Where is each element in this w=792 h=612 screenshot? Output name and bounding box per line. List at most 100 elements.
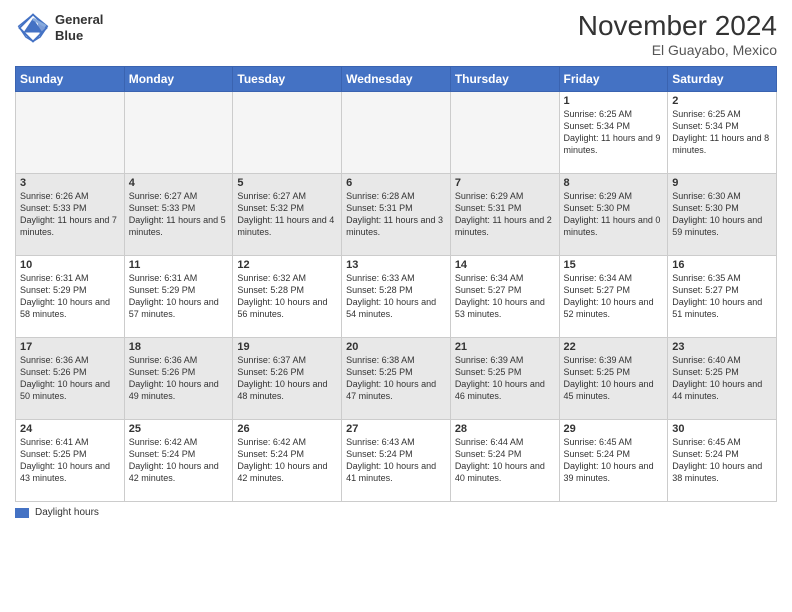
calendar-day-cell xyxy=(233,92,342,174)
day-info: Sunrise: 6:29 AM Sunset: 5:30 PM Dayligh… xyxy=(564,190,664,239)
calendar-header-row: SundayMondayTuesdayWednesdayThursdayFrid… xyxy=(16,67,777,92)
calendar-day-cell: 18Sunrise: 6:36 AM Sunset: 5:26 PM Dayli… xyxy=(124,338,233,420)
day-info: Sunrise: 6:36 AM Sunset: 5:26 PM Dayligh… xyxy=(129,354,229,403)
calendar-day-cell: 23Sunrise: 6:40 AM Sunset: 5:25 PM Dayli… xyxy=(668,338,777,420)
day-number: 14 xyxy=(455,259,555,271)
day-number: 20 xyxy=(346,341,446,353)
day-number: 17 xyxy=(20,341,120,353)
day-info: Sunrise: 6:43 AM Sunset: 5:24 PM Dayligh… xyxy=(346,436,446,485)
day-info: Sunrise: 6:29 AM Sunset: 5:31 PM Dayligh… xyxy=(455,190,555,239)
calendar-day-cell: 22Sunrise: 6:39 AM Sunset: 5:25 PM Dayli… xyxy=(559,338,668,420)
day-number: 1 xyxy=(564,95,664,107)
page-container: General Blue November 2024 El Guayabo, M… xyxy=(0,0,792,528)
calendar-day-cell: 2Sunrise: 6:25 AM Sunset: 5:34 PM Daylig… xyxy=(668,92,777,174)
calendar-week-row: 3Sunrise: 6:26 AM Sunset: 5:33 PM Daylig… xyxy=(16,174,777,256)
calendar-day-header: Thursday xyxy=(450,67,559,92)
day-info: Sunrise: 6:36 AM Sunset: 5:26 PM Dayligh… xyxy=(20,354,120,403)
day-info: Sunrise: 6:31 AM Sunset: 5:29 PM Dayligh… xyxy=(20,272,120,321)
title-block: November 2024 El Guayabo, Mexico xyxy=(578,10,777,58)
calendar-day-cell: 9Sunrise: 6:30 AM Sunset: 5:30 PM Daylig… xyxy=(668,174,777,256)
calendar-day-cell: 3Sunrise: 6:26 AM Sunset: 5:33 PM Daylig… xyxy=(16,174,125,256)
calendar-week-row: 17Sunrise: 6:36 AM Sunset: 5:26 PM Dayli… xyxy=(16,338,777,420)
day-number: 18 xyxy=(129,341,229,353)
day-number: 16 xyxy=(672,259,772,271)
calendar-day-header: Friday xyxy=(559,67,668,92)
calendar-week-row: 10Sunrise: 6:31 AM Sunset: 5:29 PM Dayli… xyxy=(16,256,777,338)
calendar-day-cell: 29Sunrise: 6:45 AM Sunset: 5:24 PM Dayli… xyxy=(559,420,668,502)
day-number: 7 xyxy=(455,177,555,189)
day-info: Sunrise: 6:27 AM Sunset: 5:32 PM Dayligh… xyxy=(237,190,337,239)
legend: Daylight hours xyxy=(15,507,777,518)
day-info: Sunrise: 6:32 AM Sunset: 5:28 PM Dayligh… xyxy=(237,272,337,321)
day-number: 3 xyxy=(20,177,120,189)
calendar-day-cell: 4Sunrise: 6:27 AM Sunset: 5:33 PM Daylig… xyxy=(124,174,233,256)
day-info: Sunrise: 6:39 AM Sunset: 5:25 PM Dayligh… xyxy=(455,354,555,403)
day-number: 29 xyxy=(564,423,664,435)
calendar-day-cell: 14Sunrise: 6:34 AM Sunset: 5:27 PM Dayli… xyxy=(450,256,559,338)
day-number: 15 xyxy=(564,259,664,271)
legend-label: Daylight hours xyxy=(35,507,99,518)
day-number: 5 xyxy=(237,177,337,189)
calendar-day-cell: 10Sunrise: 6:31 AM Sunset: 5:29 PM Dayli… xyxy=(16,256,125,338)
calendar-day-cell: 25Sunrise: 6:42 AM Sunset: 5:24 PM Dayli… xyxy=(124,420,233,502)
day-info: Sunrise: 6:25 AM Sunset: 5:34 PM Dayligh… xyxy=(564,108,664,157)
day-info: Sunrise: 6:26 AM Sunset: 5:33 PM Dayligh… xyxy=(20,190,120,239)
day-info: Sunrise: 6:40 AM Sunset: 5:25 PM Dayligh… xyxy=(672,354,772,403)
calendar-day-cell: 27Sunrise: 6:43 AM Sunset: 5:24 PM Dayli… xyxy=(342,420,451,502)
month-title: November 2024 xyxy=(578,10,777,42)
day-info: Sunrise: 6:34 AM Sunset: 5:27 PM Dayligh… xyxy=(455,272,555,321)
calendar-table: SundayMondayTuesdayWednesdayThursdayFrid… xyxy=(15,66,777,502)
calendar-day-cell xyxy=(342,92,451,174)
day-info: Sunrise: 6:27 AM Sunset: 5:33 PM Dayligh… xyxy=(129,190,229,239)
day-info: Sunrise: 6:42 AM Sunset: 5:24 PM Dayligh… xyxy=(237,436,337,485)
page-header: General Blue November 2024 El Guayabo, M… xyxy=(15,10,777,58)
location: El Guayabo, Mexico xyxy=(578,42,777,58)
calendar-week-row: 1Sunrise: 6:25 AM Sunset: 5:34 PM Daylig… xyxy=(16,92,777,174)
calendar-day-cell: 24Sunrise: 6:41 AM Sunset: 5:25 PM Dayli… xyxy=(16,420,125,502)
calendar-day-cell: 5Sunrise: 6:27 AM Sunset: 5:32 PM Daylig… xyxy=(233,174,342,256)
calendar-day-header: Tuesday xyxy=(233,67,342,92)
calendar-day-header: Saturday xyxy=(668,67,777,92)
calendar-day-cell: 6Sunrise: 6:28 AM Sunset: 5:31 PM Daylig… xyxy=(342,174,451,256)
day-info: Sunrise: 6:30 AM Sunset: 5:30 PM Dayligh… xyxy=(672,190,772,239)
calendar-day-header: Sunday xyxy=(16,67,125,92)
calendar-day-cell: 7Sunrise: 6:29 AM Sunset: 5:31 PM Daylig… xyxy=(450,174,559,256)
day-info: Sunrise: 6:37 AM Sunset: 5:26 PM Dayligh… xyxy=(237,354,337,403)
day-number: 9 xyxy=(672,177,772,189)
calendar-day-cell: 16Sunrise: 6:35 AM Sunset: 5:27 PM Dayli… xyxy=(668,256,777,338)
calendar-day-cell xyxy=(16,92,125,174)
day-info: Sunrise: 6:45 AM Sunset: 5:24 PM Dayligh… xyxy=(564,436,664,485)
day-number: 26 xyxy=(237,423,337,435)
day-number: 13 xyxy=(346,259,446,271)
calendar-day-cell: 1Sunrise: 6:25 AM Sunset: 5:34 PM Daylig… xyxy=(559,92,668,174)
calendar-day-cell: 11Sunrise: 6:31 AM Sunset: 5:29 PM Dayli… xyxy=(124,256,233,338)
calendar-day-cell: 30Sunrise: 6:45 AM Sunset: 5:24 PM Dayli… xyxy=(668,420,777,502)
calendar-day-cell: 12Sunrise: 6:32 AM Sunset: 5:28 PM Dayli… xyxy=(233,256,342,338)
calendar-day-header: Wednesday xyxy=(342,67,451,92)
day-number: 25 xyxy=(129,423,229,435)
day-number: 10 xyxy=(20,259,120,271)
logo: General Blue xyxy=(15,10,103,46)
day-number: 21 xyxy=(455,341,555,353)
calendar-day-header: Monday xyxy=(124,67,233,92)
day-info: Sunrise: 6:33 AM Sunset: 5:28 PM Dayligh… xyxy=(346,272,446,321)
day-info: Sunrise: 6:39 AM Sunset: 5:25 PM Dayligh… xyxy=(564,354,664,403)
logo-line2: Blue xyxy=(55,28,103,44)
day-number: 6 xyxy=(346,177,446,189)
day-info: Sunrise: 6:41 AM Sunset: 5:25 PM Dayligh… xyxy=(20,436,120,485)
calendar-day-cell: 13Sunrise: 6:33 AM Sunset: 5:28 PM Dayli… xyxy=(342,256,451,338)
day-info: Sunrise: 6:28 AM Sunset: 5:31 PM Dayligh… xyxy=(346,190,446,239)
calendar-week-row: 24Sunrise: 6:41 AM Sunset: 5:25 PM Dayli… xyxy=(16,420,777,502)
calendar-day-cell: 20Sunrise: 6:38 AM Sunset: 5:25 PM Dayli… xyxy=(342,338,451,420)
legend-color-box xyxy=(15,508,29,518)
calendar-day-cell: 26Sunrise: 6:42 AM Sunset: 5:24 PM Dayli… xyxy=(233,420,342,502)
day-number: 4 xyxy=(129,177,229,189)
day-info: Sunrise: 6:31 AM Sunset: 5:29 PM Dayligh… xyxy=(129,272,229,321)
day-number: 11 xyxy=(129,259,229,271)
day-number: 22 xyxy=(564,341,664,353)
calendar-day-cell: 28Sunrise: 6:44 AM Sunset: 5:24 PM Dayli… xyxy=(450,420,559,502)
calendar-day-cell: 19Sunrise: 6:37 AM Sunset: 5:26 PM Dayli… xyxy=(233,338,342,420)
day-number: 23 xyxy=(672,341,772,353)
calendar-day-cell: 21Sunrise: 6:39 AM Sunset: 5:25 PM Dayli… xyxy=(450,338,559,420)
calendar-day-cell: 17Sunrise: 6:36 AM Sunset: 5:26 PM Dayli… xyxy=(16,338,125,420)
